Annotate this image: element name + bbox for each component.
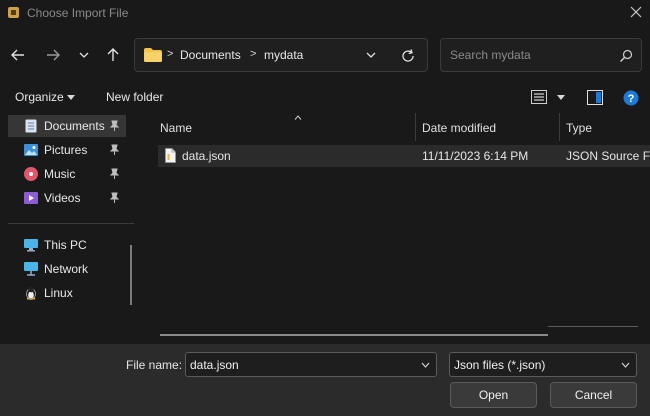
column-header-type[interactable]: Type — [560, 113, 650, 141]
arrow-up-icon — [107, 48, 119, 61]
sidebar-item-label: Linux — [44, 286, 73, 300]
sidebar-scrollbar[interactable] — [130, 245, 132, 305]
sidebar-item-linux[interactable]: Linux — [8, 282, 126, 304]
app-icon — [8, 7, 19, 18]
column-header-date[interactable]: Date modified — [416, 113, 560, 141]
breadcrumb-separator: > — [250, 48, 257, 60]
cancel-button[interactable]: Cancel — [550, 382, 637, 408]
chevron-down-icon[interactable] — [421, 362, 430, 368]
pin-icon[interactable] — [109, 144, 120, 156]
horizontal-scrollbar[interactable] — [160, 334, 548, 336]
sidebar-item-this-pc[interactable]: This PC — [8, 234, 126, 256]
refresh-icon[interactable] — [400, 48, 416, 64]
command-bar: Organize New folder ? — [0, 84, 650, 112]
chevron-down-icon — [621, 362, 630, 368]
dialog-footer: File name: data.json Json files (*.json)… — [0, 344, 650, 416]
folder-icon — [144, 48, 162, 62]
svg-text:?: ? — [628, 93, 635, 105]
new-folder-button[interactable]: New folder — [106, 90, 163, 104]
sort-ascending-icon — [294, 115, 302, 120]
linux-icon — [23, 285, 39, 301]
search-icon — [620, 49, 633, 62]
organize-button[interactable]: Organize — [15, 90, 64, 104]
chevron-down-icon[interactable] — [557, 95, 565, 100]
navigation-pane: Documents Pictures Music Videos This PC … — [0, 113, 142, 344]
chevron-down-icon — [79, 52, 89, 58]
close-icon[interactable] — [628, 4, 644, 20]
file-type-value: Json files (*.json) — [454, 358, 546, 372]
file-type-select[interactable]: Json files (*.json) — [449, 352, 637, 377]
help-icon[interactable]: ? — [623, 90, 639, 106]
sidebar-item-music[interactable]: Music — [8, 163, 126, 185]
file-name-label: File name: — [126, 358, 183, 372]
pictures-icon — [23, 142, 39, 158]
sidebar-item-label: This PC — [44, 238, 87, 252]
pin-icon[interactable] — [109, 168, 120, 180]
chevron-down-icon[interactable] — [365, 50, 377, 60]
file-name-value: data.json — [190, 358, 239, 372]
preview-pane-icon[interactable] — [587, 90, 603, 105]
search-box[interactable]: Search mydata — [440, 38, 642, 72]
sidebar-item-label: Videos — [44, 191, 81, 205]
table-row[interactable]: data.json 11/11/2023 6:14 PM JSON Source… — [158, 145, 650, 167]
sidebar-item-label: Documents — [44, 119, 105, 133]
chevron-down-icon[interactable] — [67, 95, 75, 100]
pin-icon[interactable] — [109, 120, 120, 132]
recent-locations-button[interactable] — [74, 46, 94, 64]
breadcrumb-separator: > — [167, 48, 174, 60]
arrow-right-icon — [47, 49, 60, 61]
search-placeholder: Search mydata — [450, 48, 531, 62]
column-label: Name — [160, 121, 193, 135]
file-name: data.json — [182, 149, 231, 163]
computer-icon — [23, 237, 39, 253]
file-name-input[interactable]: data.json — [185, 352, 437, 377]
up-button[interactable] — [103, 46, 123, 64]
documents-icon — [23, 118, 39, 134]
window-title: Choose Import File — [27, 6, 129, 20]
scroll-track — [548, 326, 638, 327]
column-label: Type — [566, 121, 593, 135]
videos-icon — [23, 190, 39, 206]
file-type: JSON Source File — [566, 149, 650, 163]
file-icon — [165, 148, 176, 163]
title-bar: Choose Import File — [0, 0, 650, 28]
file-list: Name Date modified Type data.json 11/11/… — [142, 113, 650, 344]
breadcrumb-documents[interactable]: Documents — [180, 48, 241, 62]
sidebar-item-label: Music — [44, 167, 76, 181]
sidebar-item-documents[interactable]: Documents — [8, 115, 126, 137]
breadcrumb-mydata[interactable]: mydata — [264, 48, 303, 62]
sidebar-item-videos[interactable]: Videos — [8, 187, 126, 209]
file-date: 11/11/2023 6:14 PM — [422, 149, 529, 163]
sidebar-divider — [8, 223, 134, 224]
open-button[interactable]: Open — [450, 382, 537, 408]
view-list-icon[interactable] — [531, 90, 547, 104]
back-button[interactable] — [8, 46, 28, 64]
address-bar[interactable]: > Documents > mydata — [134, 38, 428, 72]
sidebar-item-pictures[interactable]: Pictures — [8, 139, 126, 161]
pin-icon[interactable] — [109, 192, 120, 204]
column-header-name[interactable]: Name — [154, 113, 416, 141]
sidebar-item-label: Pictures — [44, 143, 88, 157]
sidebar-item-network[interactable]: Network — [8, 258, 126, 280]
music-icon — [23, 166, 39, 182]
forward-button[interactable] — [43, 46, 63, 64]
column-label: Date modified — [422, 121, 497, 135]
network-icon — [23, 261, 39, 277]
sidebar-item-label: Network — [44, 262, 89, 276]
arrow-left-icon — [11, 49, 24, 61]
